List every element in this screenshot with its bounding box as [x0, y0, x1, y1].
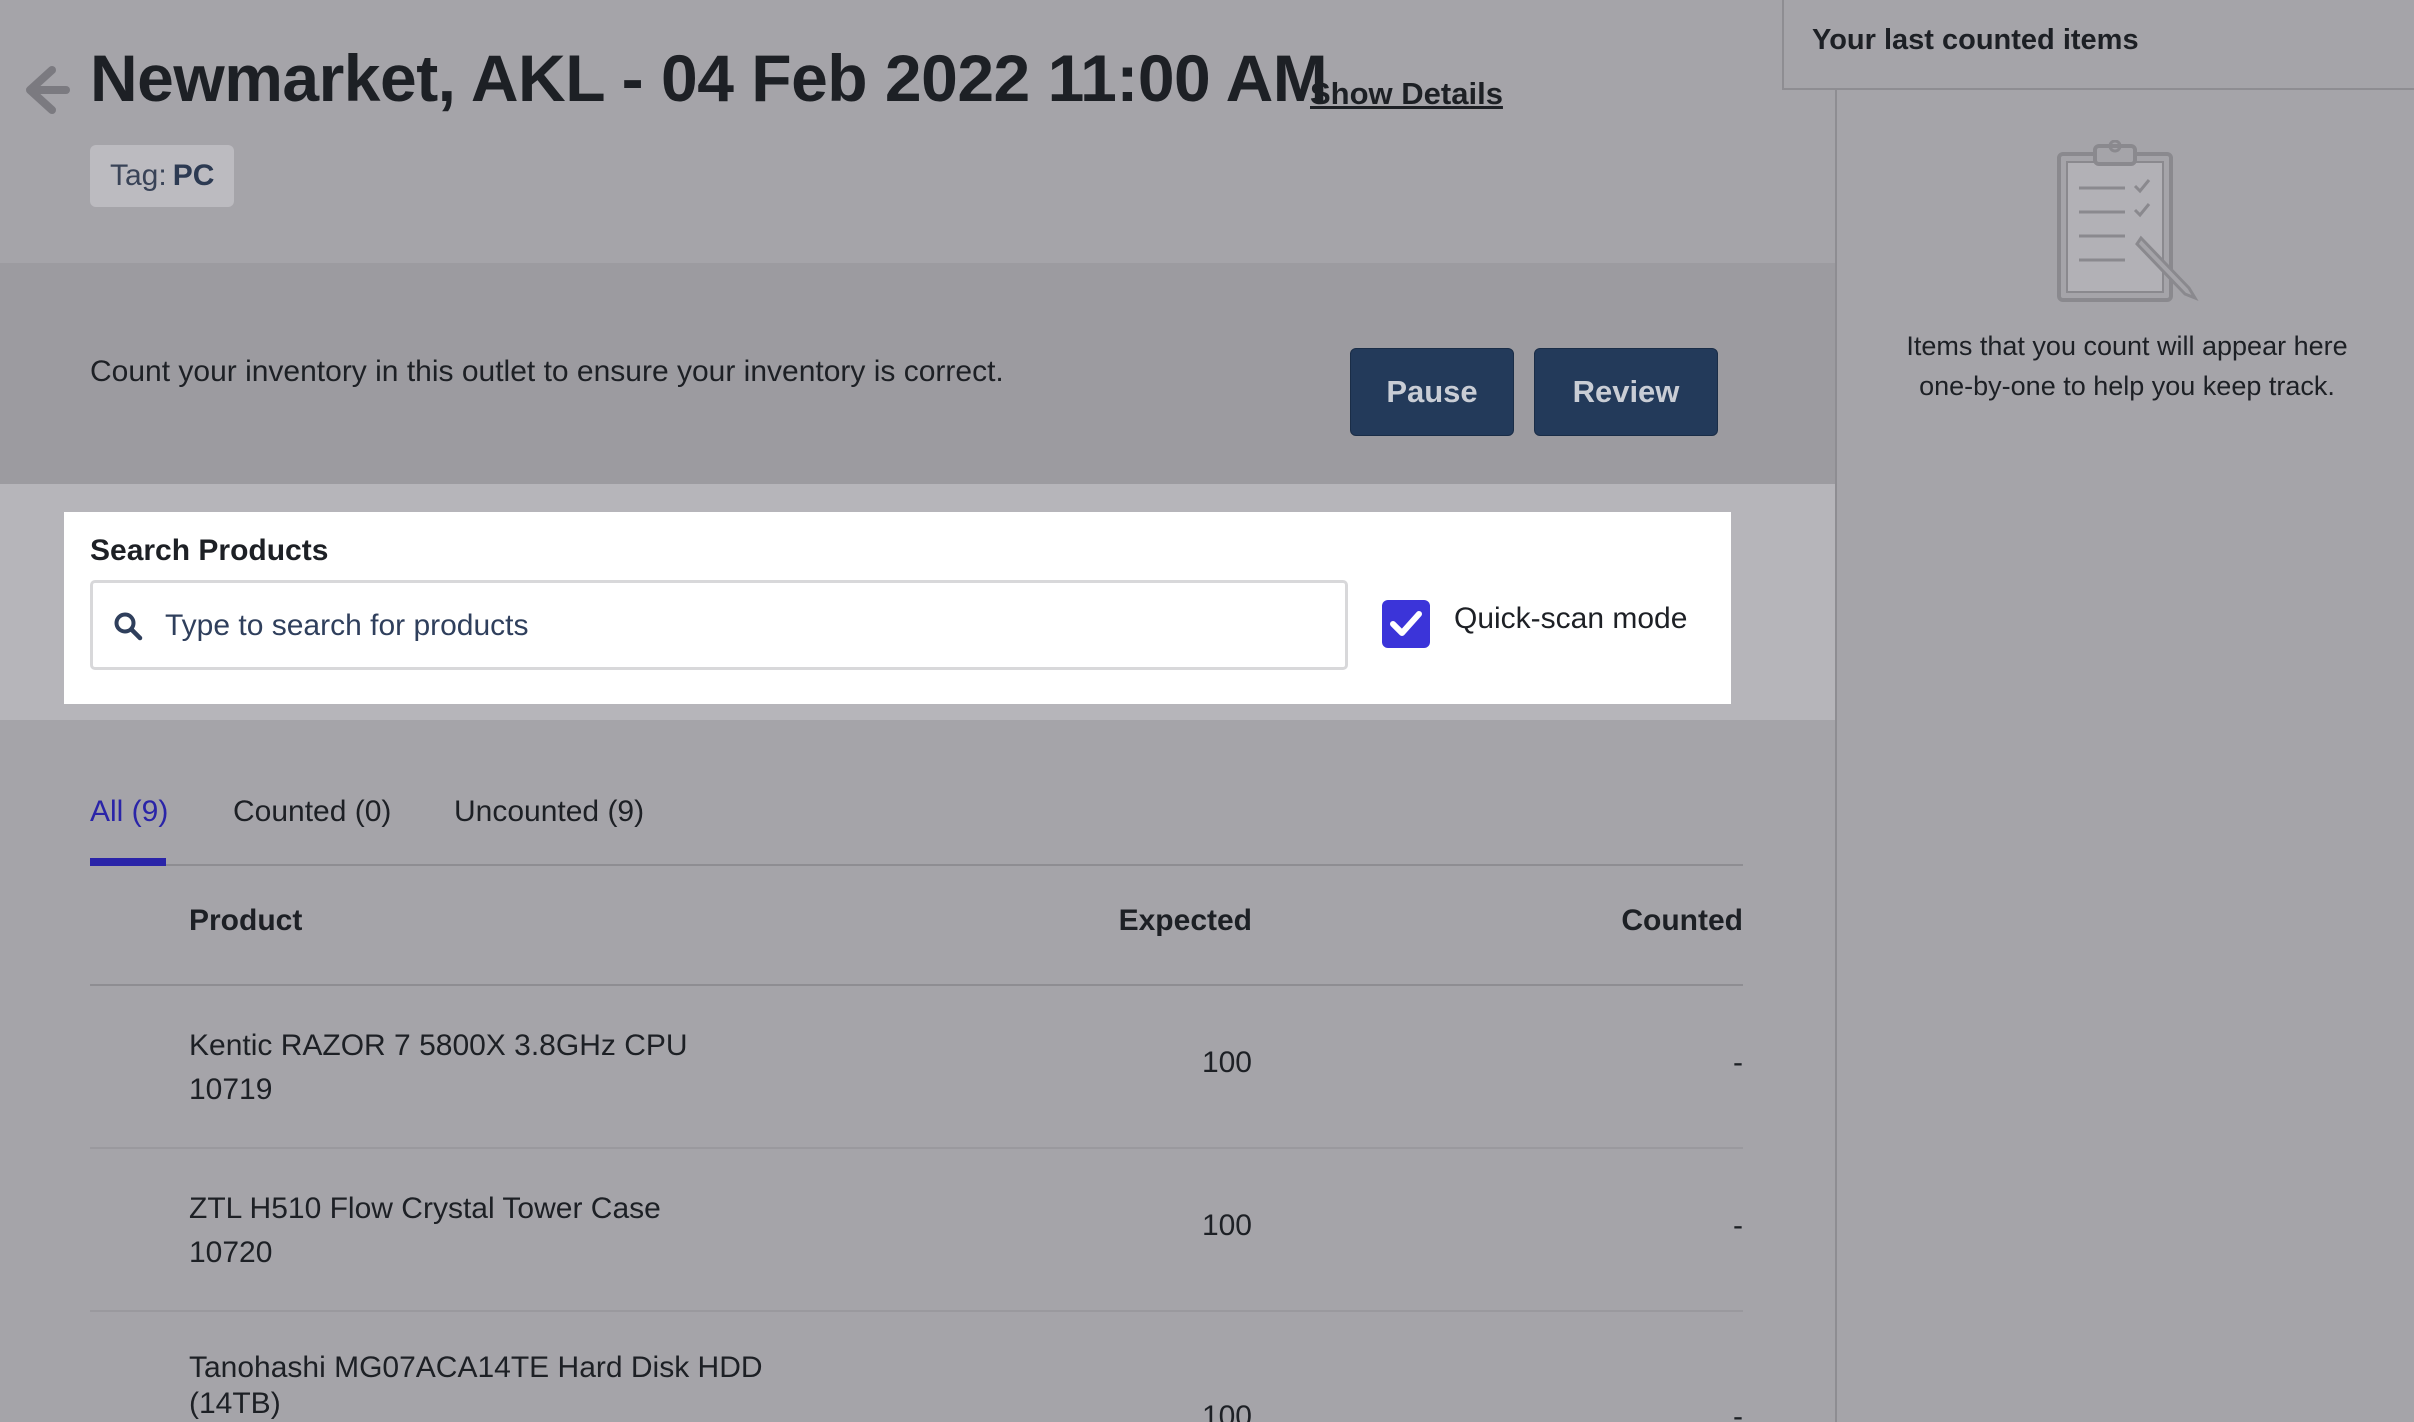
page-title: Newmarket, AKL - 04 Feb 2022 11:00 AM: [90, 41, 1328, 115]
review-button[interactable]: Review: [1534, 348, 1718, 436]
column-product[interactable]: Product: [189, 904, 302, 938]
tag-label: Tag:: [110, 159, 167, 192]
search-box[interactable]: [90, 580, 1348, 670]
quick-scan-checkbox[interactable]: [1382, 600, 1430, 648]
column-counted[interactable]: Counted: [1621, 904, 1743, 938]
expected-value: 100: [1201, 1400, 1252, 1422]
tag-value: PC: [172, 159, 215, 192]
last-counted-title: Your last counted items: [1812, 24, 2139, 56]
product-cell: Kentic RAZOR 7 5800X 3.8GHz CPU 10719: [189, 1024, 809, 1112]
search-section: Search Products Quick-scan mode: [0, 484, 1835, 720]
search-panel: Search Products Quick-scan mode: [64, 512, 1731, 704]
filter-tabs: All (9) Counted (0) Uncounted (9): [90, 790, 1743, 866]
expected-value: 100: [1201, 1209, 1252, 1242]
search-label: Search Products: [90, 534, 329, 567]
product-sku: 10719: [189, 1073, 273, 1106]
expected-value: 100: [1201, 1046, 1252, 1079]
last-counted-panel: Your last counted items Items that you c…: [1782, 0, 2414, 1422]
search-icon: [114, 612, 143, 641]
search-input[interactable]: [163, 583, 1327, 669]
table-row[interactable]: Tanohashi MG07ACA14TE Hard Disk HDD (14T…: [90, 1312, 1743, 1422]
show-details-link[interactable]: Show Details: [1310, 76, 1503, 112]
tab-all[interactable]: All (9): [90, 795, 168, 829]
quick-scan-label[interactable]: Quick-scan mode: [1454, 602, 1687, 636]
main-content: Newmarket, AKL - 04 Feb 2022 11:00 AM Sh…: [0, 0, 1835, 1422]
page-header: Newmarket, AKL - 04 Feb 2022 11:00 AM Sh…: [0, 0, 1835, 263]
table-row[interactable]: Kentic RAZOR 7 5800X 3.8GHz CPU 10719 10…: [90, 986, 1743, 1149]
inventory-table: Product Expected Counted Kentic RAZOR 7 …: [90, 864, 1743, 1422]
product-cell: Tanohashi MG07ACA14TE Hard Disk HDD (14T…: [189, 1350, 809, 1422]
product-sku: 10720: [189, 1236, 273, 1269]
clipboard-icon: [2057, 140, 2199, 302]
tab-counted[interactable]: Counted (0): [233, 795, 391, 829]
last-counted-header: Your last counted items: [1782, 0, 2414, 90]
counted-value: -: [1733, 1209, 1743, 1242]
tag-badge: Tag: PC: [90, 145, 235, 207]
product-cell: ZTL H510 Flow Crystal Tower Case 10720: [189, 1187, 809, 1275]
counted-value: -: [1733, 1046, 1743, 1079]
product-name: Kentic RAZOR 7 5800X 3.8GHz CPU: [189, 1029, 688, 1062]
checkmark-icon: [1390, 611, 1422, 636]
table-row[interactable]: ZTL H510 Flow Crystal Tower Case 10720 1…: [90, 1149, 1743, 1312]
instruction-banner: Count your inventory in this outlet to e…: [0, 263, 1835, 484]
product-name: ZTL H510 Flow Crystal Tower Case: [189, 1192, 661, 1225]
back-arrow-icon[interactable]: [22, 62, 70, 118]
product-name: Tanohashi MG07ACA14TE Hard Disk HDD (14T…: [189, 1351, 763, 1420]
instruction-text: Count your inventory in this outlet to e…: [90, 355, 1004, 388]
table-header: Product Expected Counted: [90, 864, 1743, 986]
last-counted-empty-text: Items that you count will appear here on…: [1906, 331, 2348, 401]
tab-uncounted[interactable]: Uncounted (9): [454, 795, 644, 829]
column-expected[interactable]: Expected: [1119, 904, 1252, 938]
counted-value: -: [1733, 1400, 1743, 1422]
pause-button[interactable]: Pause: [1350, 348, 1514, 436]
